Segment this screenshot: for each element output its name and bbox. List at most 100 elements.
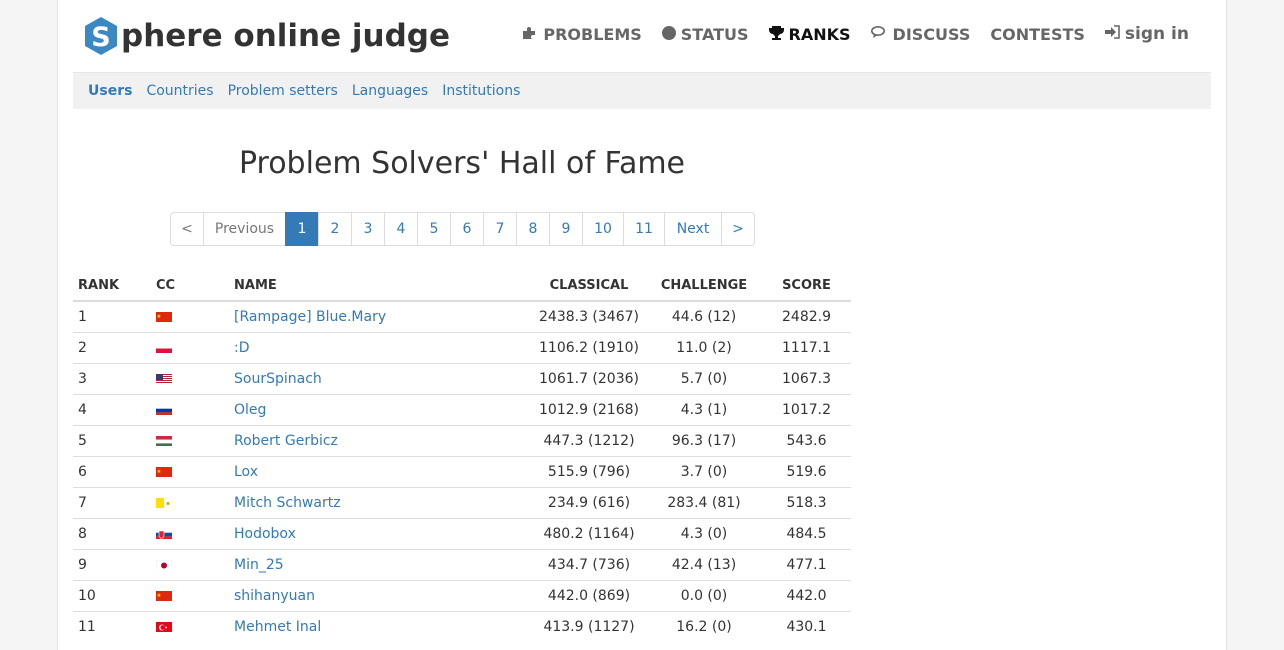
col-cc-header[interactable]: CC	[151, 271, 229, 302]
cn-flag-icon[interactable]	[156, 466, 172, 477]
ru-flag-icon[interactable]	[156, 404, 172, 415]
col-challenge-header[interactable]: CHALLENGE	[646, 271, 762, 302]
classical-cell: 1012.9 (2168)	[532, 393, 646, 425]
page-title: Problem Solvers' Hall of Fame	[238, 146, 686, 181]
user-link[interactable]: Min_25	[234, 557, 284, 573]
nav-label: RANKS	[788, 24, 851, 44]
challenge-cell: 4.3 (1)	[646, 393, 762, 425]
tr-flag-icon[interactable]	[156, 621, 172, 633]
circle-icon	[661, 25, 676, 44]
name-cell: Mehmet Inal	[229, 610, 532, 642]
subnav-problem-setters[interactable]: Problem setters	[228, 83, 338, 99]
rank-cell: 2	[73, 331, 151, 363]
us-flag-icon[interactable]	[156, 373, 172, 384]
user-link[interactable]: Mehmet Inal	[234, 619, 321, 635]
user-link[interactable]: SourSpinach	[234, 371, 322, 387]
page-last-button[interactable]: >	[721, 212, 755, 246]
rank-cell: 5	[73, 424, 151, 456]
name-cell: Min_25	[229, 548, 532, 580]
nav-sign-in[interactable]: sign in	[1104, 24, 1189, 44]
page-7-button[interactable]: 7	[483, 212, 517, 246]
site-logo[interactable]: S phere online judge	[83, 16, 450, 56]
subnav-languages[interactable]: Languages	[352, 83, 428, 99]
challenge-cell: 16.2 (0)	[646, 610, 762, 642]
table-row: 3 SourSpinach 1061.7 (2036) 5.7 (0) 1067.3	[73, 362, 851, 394]
page-2-button[interactable]: 2	[318, 212, 352, 246]
country-cell	[151, 424, 229, 456]
col-score-header[interactable]: SCORE	[762, 271, 851, 302]
nav-status[interactable]: STATUS	[661, 24, 749, 44]
name-cell: [Rampage] Blue.Mary	[229, 300, 532, 332]
page-first-button[interactable]: <	[170, 212, 204, 246]
challenge-cell: 283.4 (81)	[646, 486, 762, 518]
comments-icon	[870, 25, 888, 44]
nav-label: DISCUSS	[892, 24, 971, 44]
pagination: < Previous 1 2 3 4 5 6 7 8 9 10 11 Next …	[170, 212, 755, 246]
table-row: 5 Robert Gerbicz 447.3 (1212) 96.3 (17) 543.…	[73, 424, 851, 456]
page-10-button[interactable]: 10	[582, 212, 624, 246]
subnav-countries[interactable]: Countries	[146, 83, 213, 99]
name-cell: shihanyuan	[229, 579, 532, 611]
table-row: 7 Mitch Schwartz 234.9 (616) 283.4 (81) 518.…	[73, 486, 851, 518]
name-cell: SourSpinach	[229, 362, 532, 394]
user-link[interactable]: shihanyuan	[234, 588, 315, 604]
sign-in-icon	[1104, 24, 1120, 44]
page-next-button[interactable]: Next	[664, 212, 722, 246]
nav-label: sign in	[1124, 24, 1189, 44]
rank-cell: 8	[73, 517, 151, 549]
challenge-cell: 11.0 (2)	[646, 331, 762, 363]
nav-label: PROBLEMS	[543, 24, 642, 44]
score-cell: 1067.3	[762, 362, 851, 394]
nav-label: STATUS	[680, 24, 749, 44]
page-6-button[interactable]: 6	[450, 212, 484, 246]
nav-problems[interactable]: PROBLEMS	[522, 24, 642, 44]
trophy-icon	[768, 25, 784, 44]
user-link[interactable]: Oleg	[234, 402, 266, 418]
page-previous-button[interactable]: Previous	[203, 212, 286, 246]
page-11-button[interactable]: 11	[623, 212, 665, 246]
page-4-button[interactable]: 4	[384, 212, 418, 246]
user-link[interactable]: Lox	[234, 464, 258, 480]
user-link[interactable]: [Rampage] Blue.Mary	[234, 309, 386, 325]
pl-flag-icon[interactable]	[156, 342, 172, 353]
score-cell: 442.0	[762, 579, 851, 611]
page-1-button[interactable]: 1	[285, 212, 319, 246]
classical-cell: 447.3 (1212)	[532, 424, 646, 456]
country-cell	[151, 362, 229, 394]
sk-flag-icon[interactable]	[156, 528, 172, 539]
rank-cell: 3	[73, 362, 151, 394]
user-link[interactable]: Mitch Schwartz	[234, 495, 341, 511]
user-link[interactable]: Robert Gerbicz	[234, 433, 338, 449]
subnav-institutions[interactable]: Institutions	[442, 83, 520, 99]
country-cell	[151, 517, 229, 549]
jp-flag-icon[interactable]	[156, 559, 172, 570]
nav-discuss[interactable]: DISCUSS	[870, 24, 971, 44]
table-row: 6 Lox 515.9 (796) 3.7 (0) 519.6	[73, 455, 851, 487]
user-link[interactable]: Hodobox	[234, 526, 296, 542]
nav-contests[interactable]: CONTESTS	[990, 25, 1085, 44]
page-5-button[interactable]: 5	[417, 212, 451, 246]
table-row: 1 [Rampage] Blue.Mary 2438.3 (3467) 44.6 (1…	[73, 300, 851, 332]
score-cell: 430.1	[762, 610, 851, 642]
subnav-users[interactable]: Users	[88, 83, 132, 99]
challenge-cell: 42.4 (13)	[646, 548, 762, 580]
page-8-button[interactable]: 8	[516, 212, 550, 246]
user-link[interactable]: :D	[234, 340, 250, 356]
page-3-button[interactable]: 3	[351, 212, 385, 246]
nav-ranks[interactable]: RANKS	[768, 24, 851, 44]
va-flag-icon[interactable]	[156, 497, 172, 508]
page-9-button[interactable]: 9	[549, 212, 583, 246]
score-cell: 1017.2	[762, 393, 851, 425]
table-row: 8 Hodobox 480.2 (1164) 4.3 (0) 484.5	[73, 517, 851, 549]
col-name-header[interactable]: NAME	[229, 271, 532, 302]
cn-flag-icon[interactable]	[156, 590, 172, 601]
classical-cell: 434.7 (736)	[532, 548, 646, 580]
ranks-subnav: Users Countries Problem setters Language…	[73, 72, 1211, 109]
score-cell: 2482.9	[762, 300, 851, 332]
col-classical-header[interactable]: CLASSICAL	[532, 271, 646, 302]
ranking-table: RANK CC NAME CLASSICAL CHALLENGE SCORE 1…	[73, 271, 851, 642]
cn-flag-icon[interactable]	[156, 311, 172, 323]
classical-cell: 515.9 (796)	[532, 455, 646, 487]
col-rank-header[interactable]: RANK	[73, 271, 151, 302]
hu-flag-icon[interactable]	[156, 435, 172, 446]
